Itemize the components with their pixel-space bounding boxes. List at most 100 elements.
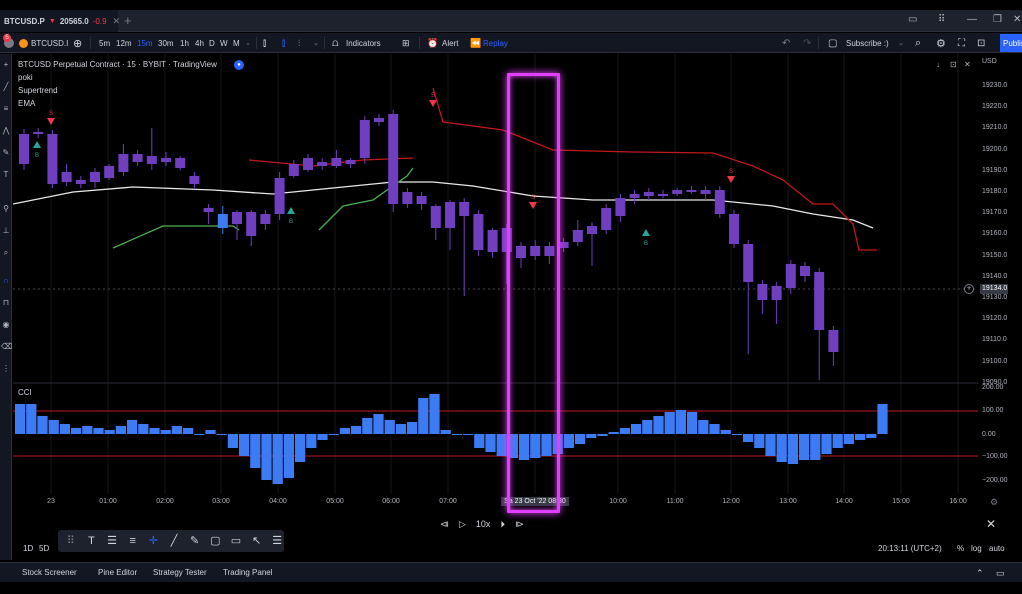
camera-icon[interactable]: ⊡ (977, 33, 985, 53)
percent-toggle[interactable]: % (957, 544, 964, 553)
grid-icon[interactable]: ⠿ (938, 14, 945, 25)
cci-bar (743, 434, 754, 442)
close-tab-icon[interactable]: ✕ (113, 16, 121, 27)
add-alert-icon[interactable]: + (964, 284, 974, 294)
visibility-icon[interactable]: ◉ (1, 320, 11, 330)
interval-dropdown-icon[interactable]: ⌄ (245, 33, 251, 53)
tab-trading-panel[interactable]: Trading Panel (223, 568, 273, 577)
legend-supertrend[interactable]: Supertrend (18, 86, 58, 95)
lock-icon[interactable]: ⊓ (1, 298, 11, 308)
interval-12m[interactable]: 12m (116, 33, 132, 53)
log-toggle[interactable]: log (971, 544, 982, 553)
live-icon[interactable]: ● (234, 60, 244, 70)
tab-strategy-tester[interactable]: Strategy Tester (153, 568, 207, 577)
search-icon[interactable]: ⌕ (915, 33, 921, 53)
candles-icon[interactable]: ⫾ (263, 33, 266, 53)
brush-icon[interactable]: ✎ (1, 148, 11, 158)
tree-icon[interactable]: ⋮ (1, 364, 11, 374)
cci-bar (799, 434, 810, 460)
legend-cci[interactable]: CCI (18, 388, 32, 397)
fullscreen-icon[interactable]: ⛶ (958, 33, 965, 53)
ruler-icon[interactable]: ⊥ (1, 226, 11, 236)
fib-icon[interactable]: ≡ (1, 104, 11, 114)
legend-ema[interactable]: EMA (18, 99, 35, 108)
symbol-search[interactable]: BTCUSD.I (19, 33, 68, 53)
jump-realtime-icon[interactable]: ⧐ (515, 519, 524, 530)
alert-icon[interactable]: ⏰ (427, 33, 438, 53)
layout-dropdown-icon[interactable]: ⌄ (898, 33, 904, 53)
pin-icon[interactable]: ⚲ (1, 204, 11, 214)
cci-bar (160, 430, 171, 434)
price-chart[interactable]: SSSSBBB (13, 54, 978, 510)
step-forward-icon[interactable]: ⏵ (500, 519, 505, 530)
cci-tick-label: 0.00 (982, 431, 996, 438)
pane-down-icon[interactable]: ↓ (936, 60, 940, 69)
interval-4h[interactable]: 4h (195, 33, 204, 53)
tab-stock-screener[interactable]: Stock Screener (22, 568, 77, 577)
new-tab-button[interactable]: + (124, 13, 132, 28)
interval-m[interactable]: M (233, 33, 240, 53)
candle-body (615, 198, 626, 216)
panel-maximize-icon[interactable]: ▭ (996, 568, 1005, 579)
pane-maximize-icon[interactable]: ⊡ (950, 60, 957, 69)
minimize-button[interactable]: — (967, 14, 977, 25)
gear-icon[interactable]: ⚙ (936, 33, 946, 53)
interval-5m[interactable]: 5m (99, 33, 110, 53)
layout-box-icon[interactable]: ▢ (828, 33, 837, 53)
jump-to-icon[interactable]: ⧏ (440, 519, 449, 530)
compare-add-icon[interactable]: ⊕ (73, 33, 82, 53)
chart-type-dropdown-icon[interactable]: ⌄ (313, 33, 319, 53)
candle-body (388, 114, 399, 204)
cci-bar (205, 430, 216, 434)
zoom-icon[interactable]: ⌕ (1, 248, 11, 258)
close-replay-icon[interactable]: ✕ (986, 517, 996, 531)
close-window-button[interactable]: ✕ (1013, 14, 1021, 25)
publish-button[interactable]: Publish (1000, 34, 1022, 52)
legend-poki[interactable]: poki (18, 73, 33, 82)
play-icon[interactable]: ▷ (459, 519, 466, 530)
bars-icon[interactable]: ⫶ (298, 33, 300, 53)
cci-bar (283, 434, 294, 478)
chart-tab[interactable]: BTCUSD.P ▼ 20565.0 -0.9 ✕ (0, 10, 121, 32)
replay-speed[interactable]: 10x (476, 519, 491, 529)
redo-icon[interactable]: ↷ (803, 33, 811, 53)
undo-icon[interactable]: ↶ (782, 33, 790, 53)
interval-1h[interactable]: 1h (180, 33, 189, 53)
range-5d[interactable]: 5D (39, 544, 49, 553)
indicators-icon[interactable]: ⩍ (332, 33, 339, 53)
cci-bar (317, 434, 328, 440)
interval-15m[interactable]: 15m (137, 33, 153, 53)
subscribe-layout[interactable]: Subscribe :) (846, 33, 889, 53)
pattern-icon[interactable]: ⋀ (1, 126, 11, 136)
auto-toggle[interactable]: auto (989, 544, 1005, 553)
layout-icon[interactable]: ▭ (908, 14, 917, 25)
trendline-icon[interactable]: ╱ (1, 82, 11, 92)
replay-icon[interactable]: ⏪ (470, 33, 481, 53)
indicators-button[interactable]: Indicators (346, 33, 381, 53)
buy-signal-label: B (289, 219, 293, 225)
cci-bar (821, 434, 832, 454)
price-scale[interactable]: USD 19230.0 19220.0 19210.0 19200.0 19190.0 1… (978, 54, 1022, 510)
time-scale[interactable]: 23 01:00 02:00 03:00 04:00 05:00 06:00 07:00 Sa … (13, 496, 978, 510)
interval-w[interactable]: W (220, 33, 228, 53)
replay-button[interactable]: Replay (483, 33, 508, 53)
settings-icon[interactable]: ⚙ (990, 497, 998, 508)
range-1d[interactable]: 1D (23, 544, 33, 553)
maximize-button[interactable]: ❐ (993, 14, 1002, 25)
templates-icon[interactable]: ⊞ (402, 33, 410, 53)
candle-body (246, 212, 257, 236)
interval-30m[interactable]: 30m (158, 33, 174, 53)
text-icon[interactable]: T (1, 170, 11, 180)
cci-bar (395, 424, 406, 434)
alert-button[interactable]: Alert (442, 33, 458, 53)
trash-icon[interactable]: ⌫ (1, 342, 12, 352)
cci-bar (37, 416, 48, 434)
chevron-up-icon[interactable]: ⌃ (976, 568, 984, 579)
crosshair-icon[interactable]: + (1, 60, 11, 70)
price-tick-label: 19100.0 (982, 357, 1008, 365)
interval-d[interactable]: D (209, 33, 215, 53)
magnet-icon[interactable]: ∩ (1, 276, 11, 286)
tab-pine-editor[interactable]: Pine Editor (98, 568, 137, 577)
chart-style-icon[interactable]: ⫾ (282, 33, 285, 53)
pane-close-icon[interactable]: ✕ (964, 60, 971, 69)
